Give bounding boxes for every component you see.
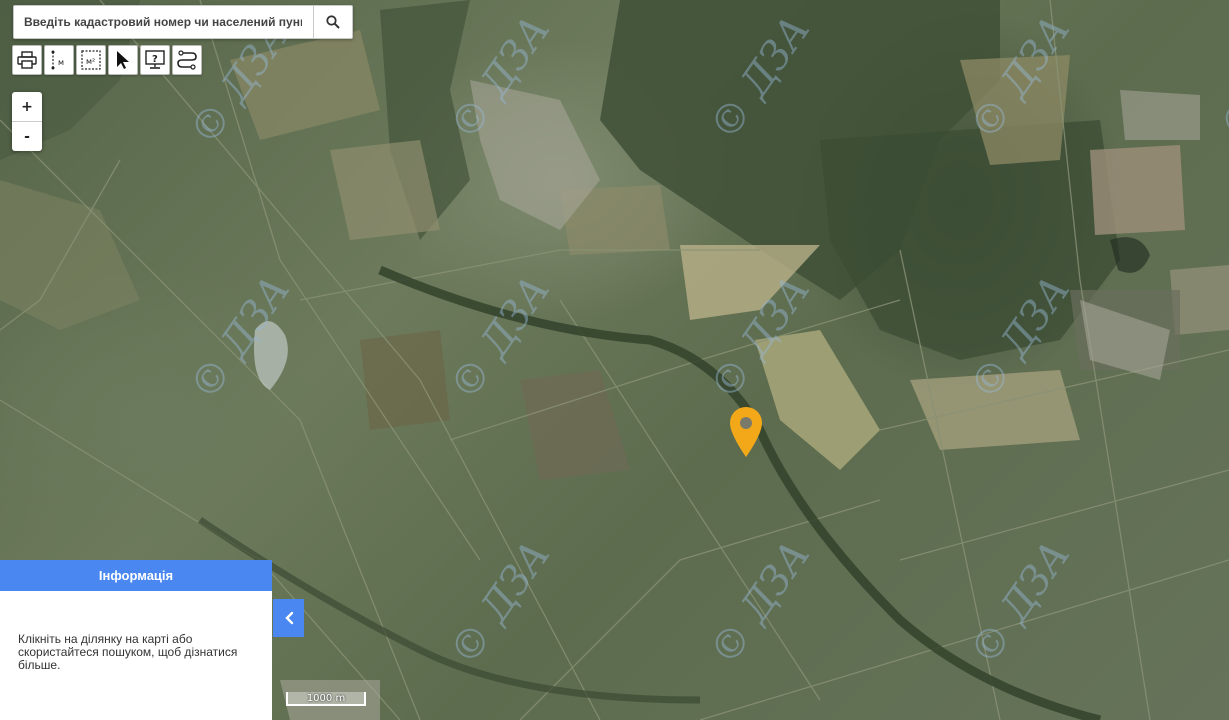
svg-text:?: ? — [152, 54, 158, 65]
location-marker-icon[interactable] — [729, 406, 763, 458]
zoom-out-button[interactable]: - — [12, 121, 42, 151]
print-button[interactable] — [12, 45, 42, 75]
scale-bar: 1000 m — [286, 692, 366, 706]
measure-distance-button[interactable]: м — [44, 45, 74, 75]
measure-area-button[interactable]: м² — [76, 45, 106, 75]
info-panel-title: Інформація — [0, 560, 272, 591]
search-icon — [326, 15, 340, 29]
zoom-in-button[interactable]: + — [12, 92, 42, 121]
search-button[interactable] — [313, 6, 352, 38]
search-input[interactable] — [14, 6, 312, 38]
printer-icon — [17, 51, 37, 69]
pointer-button[interactable] — [108, 45, 138, 75]
chevron-left-icon — [284, 611, 293, 625]
area-unit-label: м² — [86, 57, 95, 66]
distance-unit-label: м — [58, 58, 64, 67]
search-bar — [13, 5, 353, 39]
info-monitor-icon: ? — [145, 50, 165, 69]
route-button[interactable] — [172, 45, 202, 75]
info-panel: Інформація Клікніть на ділянку на карті … — [0, 560, 272, 720]
route-icon — [177, 50, 197, 70]
collapse-panel-button[interactable] — [273, 599, 304, 637]
zoom-control: + - — [12, 92, 42, 151]
measure-area-icon: м² — [81, 50, 101, 70]
pointer-icon — [117, 51, 129, 69]
map-toolbar: м м² ? — [12, 45, 204, 75]
scale-label: 1000 m — [306, 692, 346, 704]
info-panel-text: Клікніть на ділянку на карті або скорист… — [18, 632, 238, 672]
info-button[interactable]: ? — [140, 45, 170, 75]
measure-distance-icon: м — [51, 50, 64, 70]
